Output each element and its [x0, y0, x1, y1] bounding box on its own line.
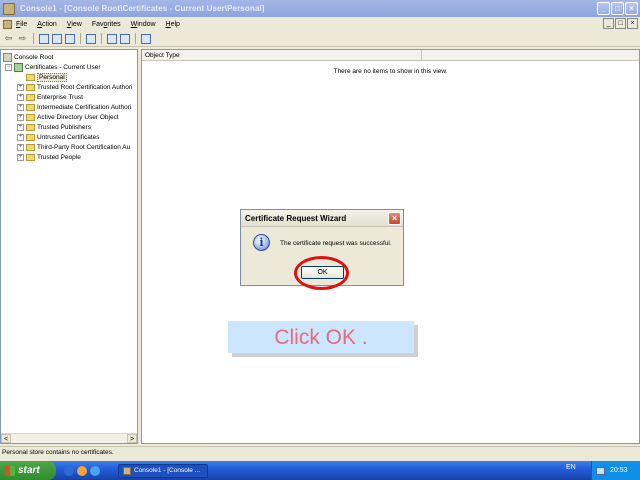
- expand-toggle[interactable]: +: [17, 153, 24, 161]
- window-title: Console1 - [Console Root\Certificates - …: [20, 4, 265, 13]
- folder-icon: [26, 103, 35, 111]
- toolbar: ⇦ ⇨: [0, 31, 640, 47]
- collapse-toggle[interactable]: −: [5, 63, 12, 71]
- menu-bar: File Action View Favorites Window Help _…: [0, 17, 640, 31]
- tree-item-personal[interactable]: Personal: [26, 72, 67, 82]
- dialog-title: Certificate Request Wizard: [245, 214, 347, 223]
- toolbar-separator: [33, 33, 34, 44]
- start-label: start: [18, 465, 40, 476]
- up-level-icon[interactable]: [39, 33, 49, 44]
- child-close-button[interactable]: ×: [627, 18, 638, 29]
- forward-icon[interactable]: ⇨: [17, 33, 28, 44]
- language-indicator[interactable]: EN: [566, 464, 576, 471]
- folder-icon: [26, 93, 35, 101]
- back-icon[interactable]: ⇦: [3, 33, 14, 44]
- toolbar-separator: [80, 33, 81, 44]
- media-player-icon[interactable]: [77, 465, 87, 476]
- window-title-bar[interactable]: Console1 - [Console Root\Certificates - …: [0, 0, 640, 17]
- expand-toggle[interactable]: +: [17, 123, 24, 131]
- menu-action[interactable]: Action: [37, 21, 56, 28]
- tree-horizontal-scrollbar[interactable]: < >: [1, 433, 137, 443]
- certificates-icon: [14, 62, 23, 72]
- expand-toggle[interactable]: +: [17, 113, 24, 121]
- network-icon[interactable]: [596, 466, 605, 475]
- menu-window[interactable]: Window: [131, 21, 156, 28]
- tree-item-label-selected: Personal: [37, 72, 67, 82]
- close-button[interactable]: ×: [625, 2, 638, 15]
- tree-item-active-directory[interactable]: + Active Directory User Object: [17, 112, 119, 122]
- taskbar: start Console1 - [Console ...: [0, 461, 640, 480]
- taskbar-button-console[interactable]: Console1 - [Console ...: [118, 463, 208, 478]
- child-restore-button[interactable]: □: [615, 18, 626, 29]
- minimize-button[interactable]: _: [597, 2, 610, 15]
- scroll-right-arrow[interactable]: >: [127, 434, 137, 443]
- system-tray: 20:53: [591, 461, 640, 480]
- folder-open-icon: [26, 73, 35, 81]
- expand-toggle[interactable]: +: [17, 93, 24, 101]
- tree-item-trusted-root[interactable]: + Trusted Root Certification Authori: [17, 82, 133, 92]
- console-tree: Console Root − Certificates - Current Us…: [0, 49, 138, 444]
- column-header-object-type[interactable]: Object Type: [142, 50, 422, 61]
- empty-view-message: There are no items to show in this view.: [333, 68, 448, 75]
- folder-icon: [26, 133, 35, 141]
- folder-icon: [26, 153, 35, 161]
- help-icon[interactable]: [141, 33, 151, 44]
- menu-favorites[interactable]: Favorites: [92, 21, 121, 28]
- properties-icon[interactable]: [65, 33, 75, 44]
- dialog-message: The certificate request was successful.: [280, 240, 392, 247]
- refresh-icon[interactable]: [107, 33, 117, 44]
- scroll-left-arrow[interactable]: <: [1, 434, 11, 443]
- show-hide-tree-icon[interactable]: [52, 33, 62, 44]
- expand-toggle[interactable]: +: [17, 83, 24, 91]
- quick-launch: [64, 465, 100, 476]
- export-list-icon[interactable]: [120, 33, 130, 44]
- console-root-icon: [3, 52, 12, 62]
- folder-icon: [26, 83, 35, 91]
- mmc-app-icon: [3, 2, 15, 15]
- dialog-title-bar[interactable]: Certificate Request Wizard ×: [241, 210, 403, 227]
- expand-toggle[interactable]: +: [17, 103, 24, 111]
- column-header-filler: [422, 50, 639, 61]
- folder-icon: [26, 123, 35, 131]
- child-minimize-button[interactable]: _: [603, 18, 614, 29]
- folder-icon: [26, 143, 35, 151]
- expand-toggle[interactable]: +: [17, 143, 24, 151]
- menu-file[interactable]: File: [16, 21, 27, 28]
- tree-item-certificates[interactable]: − Certificates - Current User: [5, 62, 101, 72]
- start-button[interactable]: start: [0, 461, 56, 480]
- folder-icon: [26, 113, 35, 121]
- tree-item-intermediate[interactable]: + Intermediate Certification Authori: [17, 102, 131, 112]
- delete-icon[interactable]: [86, 33, 96, 44]
- maximize-button[interactable]: □: [611, 2, 624, 15]
- tree-item-trusted-publishers[interactable]: + Trusted Publishers: [17, 122, 91, 132]
- menu-help[interactable]: Help: [166, 21, 180, 28]
- toolbar-separator: [135, 33, 136, 44]
- child-window-controls: _ □ ×: [603, 18, 638, 29]
- expand-toggle[interactable]: +: [17, 133, 24, 141]
- console-menu-icon[interactable]: [3, 19, 12, 29]
- internet-explorer-icon[interactable]: [90, 465, 100, 476]
- tree-item-console-root[interactable]: Console Root: [3, 52, 53, 62]
- toolbar-separator: [101, 33, 102, 44]
- highlight-circle: [294, 256, 349, 290]
- menu-view[interactable]: View: [67, 21, 82, 28]
- mmc-task-icon: [123, 466, 131, 475]
- tree-item-trusted-people[interactable]: + Trusted People: [17, 152, 81, 162]
- show-desktop-icon[interactable]: [64, 465, 74, 476]
- tree-item-untrusted[interactable]: + Untrusted Certificates: [17, 132, 100, 142]
- tree-item-third-party-root[interactable]: + Third-Party Root Certification Au: [17, 142, 130, 152]
- window-controls: _ □ ×: [597, 2, 638, 15]
- instruction-callout: Click OK .: [228, 321, 414, 353]
- info-icon: i: [253, 234, 270, 251]
- status-bar: Personal store contains no certificates.: [0, 446, 640, 458]
- clock[interactable]: 20:53: [610, 467, 628, 474]
- dialog-close-button[interactable]: ×: [388, 212, 401, 225]
- windows-logo-icon: [5, 465, 15, 476]
- tree-item-enterprise-trust[interactable]: + Enterprise Trust: [17, 92, 83, 102]
